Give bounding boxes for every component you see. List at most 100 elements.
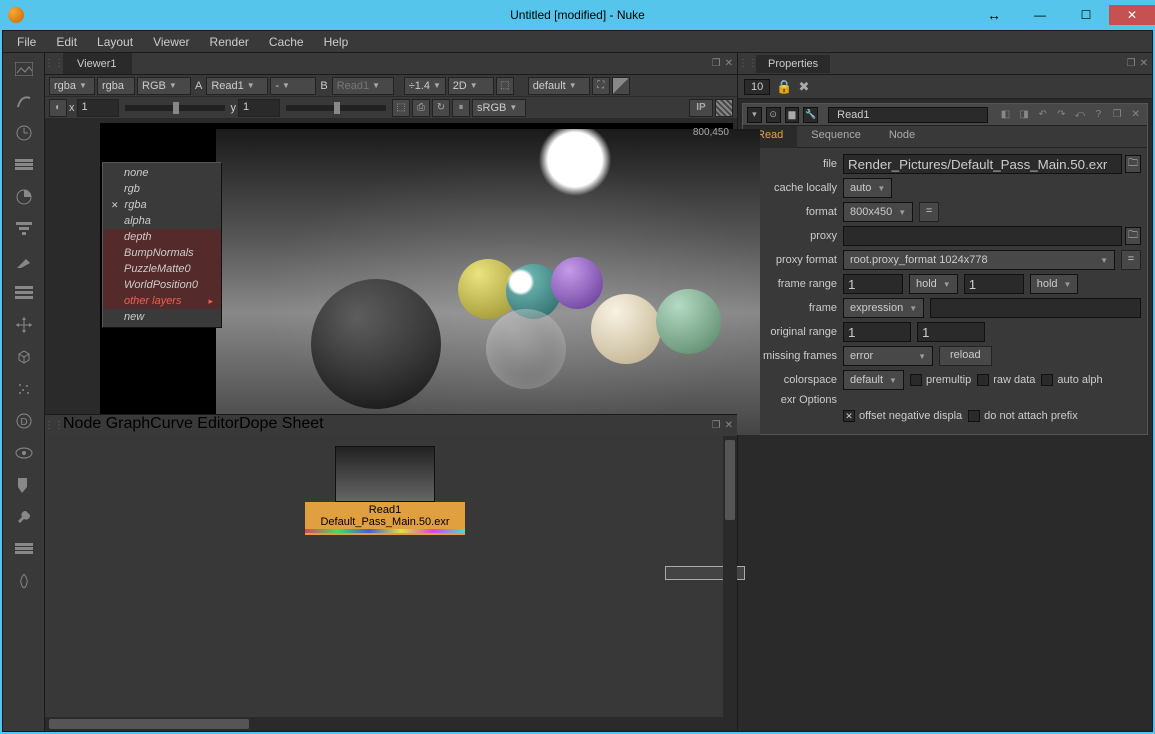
frame-expr-field[interactable] (930, 298, 1141, 318)
viewer-tab[interactable]: Viewer1 (63, 53, 132, 74)
maximize-button[interactable]: ☐ (1063, 5, 1109, 25)
ip-icon[interactable]: IP (689, 99, 713, 117)
node-color-icon[interactable]: ▆ (785, 107, 800, 123)
stripes-icon[interactable] (715, 99, 733, 117)
tab-dope-sheet[interactable]: Dope Sheet (239, 415, 324, 436)
channel-b-select[interactable]: rgba (97, 77, 135, 95)
particles-tool-icon[interactable] (14, 379, 34, 399)
refresh-icon[interactable]: ↻ (432, 99, 450, 117)
layer-item-depth[interactable]: depth (103, 229, 221, 245)
tab-node-graph[interactable]: Node Graph (63, 415, 150, 436)
colorspace-select[interactable]: sRGB▼ (472, 99, 526, 117)
merge-tool-icon[interactable] (14, 283, 34, 303)
time-tool-icon[interactable] (14, 123, 34, 143)
missing-frames-select[interactable]: error▼ (843, 346, 933, 366)
x-field[interactable]: 1 (77, 99, 119, 117)
cache-locally-select[interactable]: auto▼ (843, 178, 892, 198)
layer-item-rgba[interactable]: rgba (103, 197, 221, 213)
no-prefix-checkbox[interactable] (968, 410, 980, 422)
read-node[interactable]: Read1 Default_Pass_Main.50.exr (305, 502, 465, 535)
clip-warning-icon[interactable]: ⛶ (592, 77, 610, 95)
panel-close-icon[interactable]: ✕ (725, 58, 733, 69)
properties-tab[interactable]: Properties (756, 55, 830, 73)
deep-tool-icon[interactable]: D (14, 411, 34, 431)
autoalpha-checkbox[interactable] (1041, 374, 1053, 386)
capture-icon[interactable]: ⎙ (412, 99, 430, 117)
menu-viewer[interactable]: Viewer (143, 33, 199, 51)
draw-tool-icon[interactable] (14, 91, 34, 111)
original-range-a[interactable] (843, 322, 911, 342)
node-name-field[interactable] (828, 107, 988, 123)
panel-grip-icon[interactable]: ⋮⋮ (45, 53, 63, 74)
offset-neg-checkbox[interactable]: ✕ (843, 410, 855, 422)
layer-item-puzzlematte[interactable]: PuzzleMatte0 (103, 261, 221, 277)
max-panels-field[interactable]: 10 (744, 79, 770, 95)
layer-item-other[interactable]: other layers▸ (103, 293, 221, 309)
downrez-select[interactable]: ÷1.4▼ (404, 77, 446, 95)
node-thumbnail[interactable] (335, 446, 435, 502)
3d-tool-icon[interactable] (14, 347, 34, 367)
panel-close-icon[interactable]: ✕ (1140, 58, 1148, 69)
frame-mode-select[interactable]: expression▼ (843, 298, 924, 318)
proxy-format-select[interactable]: root.proxy_format 1024x778▼ (843, 250, 1115, 270)
views-tool-icon[interactable] (14, 443, 34, 463)
panel-grip-icon[interactable]: ⋮⋮ (738, 58, 756, 69)
node-graph-hscroll[interactable] (45, 717, 723, 731)
menu-render[interactable]: Render (200, 33, 259, 51)
close-button[interactable]: ✕ (1109, 5, 1155, 25)
channel-mode-select[interactable]: RGB▼ (137, 77, 191, 95)
gain-slider-icon[interactable]: ◐ (49, 99, 67, 117)
menu-cache[interactable]: Cache (259, 33, 314, 51)
wrench-icon[interactable]: 🔧 (803, 107, 818, 123)
panel-grip-icon[interactable]: ⋮⋮ (45, 415, 63, 436)
channel-a-select[interactable]: rgba▼ (49, 77, 95, 95)
keyer-tool-icon[interactable] (14, 251, 34, 271)
pause-icon[interactable]: ⏸ (452, 99, 470, 117)
toolsets-tool-icon[interactable] (14, 507, 34, 527)
minimize-button[interactable]: — (1017, 5, 1063, 25)
color-tool-icon[interactable] (14, 187, 34, 207)
postage-icon[interactable]: ◨ (1017, 107, 1032, 123)
tab-node[interactable]: Node (875, 126, 929, 147)
layer-item-none[interactable]: none (103, 165, 221, 181)
folder-icon[interactable]: 🗀 (1125, 227, 1141, 245)
transform-tool-icon[interactable] (14, 315, 34, 335)
center-node-icon[interactable]: ⊙ (766, 107, 781, 123)
node-graph-vscroll[interactable] (723, 436, 737, 731)
hide-input-icon[interactable]: ◧ (998, 107, 1013, 123)
format-select[interactable]: 800x450▼ (843, 202, 913, 222)
tab-sequence[interactable]: Sequence (797, 126, 875, 147)
other-tool-icon[interactable] (14, 539, 34, 559)
resize-arrow-icon[interactable]: ↔ (971, 5, 1017, 25)
channel-tool-icon[interactable] (14, 155, 34, 175)
filter-tool-icon[interactable] (14, 219, 34, 239)
viewer-area[interactable]: 800,450 (800x450) none rgb rgba alpha de… (45, 119, 737, 449)
redo-icon[interactable]: ↷ (1054, 107, 1069, 123)
frame-range-a[interactable] (843, 274, 903, 294)
wipe-select[interactable]: -▼ (270, 77, 316, 95)
format-eq-button[interactable]: = (919, 202, 939, 222)
image-tool-icon[interactable] (14, 59, 34, 79)
node-graph[interactable]: Read1 Default_Pass_Main.50.exr (45, 436, 737, 731)
proxy-format-eq-button[interactable]: = (1121, 250, 1141, 270)
clear-all-icon[interactable]: ✖ (798, 79, 809, 95)
menu-layout[interactable]: Layout (87, 33, 143, 51)
proxy-toggle-icon[interactable]: ⬚ (496, 77, 514, 95)
proxy-field[interactable] (843, 226, 1122, 246)
lut-select[interactable]: default▼ (528, 77, 590, 95)
colorspace-select[interactable]: default▼ (843, 370, 904, 390)
gain-slider[interactable] (125, 105, 225, 111)
roi-icon[interactable] (612, 77, 630, 95)
revert-icon[interactable]: ⤺ (1073, 107, 1088, 123)
layer-item-bumpnormals[interactable]: BumpNormals (103, 245, 221, 261)
menu-help[interactable]: Help (314, 33, 359, 51)
b-input-select[interactable]: Read1▼ (332, 77, 394, 95)
panel-float-icon[interactable]: ❐ (712, 420, 721, 431)
zebra-icon[interactable]: ⬚ (392, 99, 410, 117)
premult-checkbox[interactable] (910, 374, 922, 386)
gamma-slider[interactable] (286, 105, 386, 111)
frame-range-mode-b[interactable]: hold▼ (1030, 274, 1079, 294)
frame-range-b[interactable] (964, 274, 1024, 294)
frame-range-mode-a[interactable]: hold▼ (909, 274, 958, 294)
collapse-icon[interactable]: ▾ (747, 107, 762, 123)
